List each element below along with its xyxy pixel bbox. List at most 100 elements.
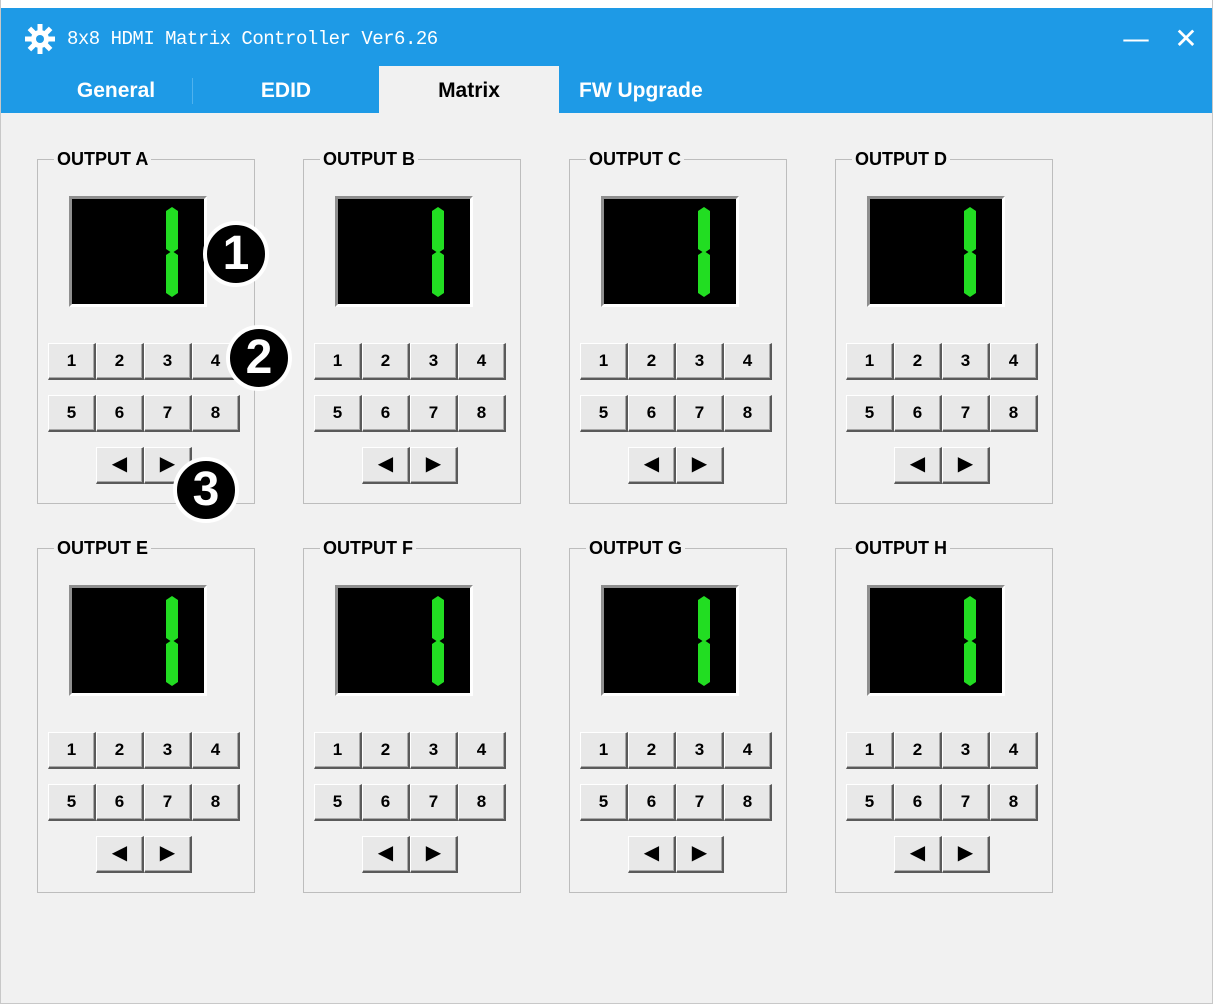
- input-button-6[interactable]: 6: [96, 784, 144, 821]
- input-button-6[interactable]: 6: [362, 784, 410, 821]
- prev-input-button[interactable]: ◀: [628, 836, 676, 873]
- input-button-2[interactable]: 2: [628, 343, 676, 380]
- title-bar[interactable]: 8x8 HDMI Matrix Controller Ver6.26 — ✕: [1, 0, 1212, 66]
- input-button-2[interactable]: 2: [894, 732, 942, 769]
- input-button-3[interactable]: 3: [676, 732, 724, 769]
- prev-input-button[interactable]: ◀: [96, 836, 144, 873]
- next-input-button[interactable]: ▶: [676, 447, 724, 484]
- input-button-5[interactable]: 5: [48, 784, 96, 821]
- input-button-2[interactable]: 2: [362, 343, 410, 380]
- input-button-8[interactable]: 8: [990, 784, 1038, 821]
- tab-bar: General EDID Matrix FW Upgrade: [1, 66, 1212, 113]
- input-button-7[interactable]: 7: [676, 784, 724, 821]
- input-button-6[interactable]: 6: [628, 395, 676, 432]
- input-button-4[interactable]: 4: [458, 732, 506, 769]
- input-button-5[interactable]: 5: [846, 784, 894, 821]
- input-button-3[interactable]: 3: [144, 343, 192, 380]
- prev-input-button[interactable]: ◀: [628, 447, 676, 484]
- output-label: OUTPUT D: [852, 149, 950, 170]
- input-button-1[interactable]: 1: [580, 343, 628, 380]
- output-group: OUTPUT F 1 2 3 4 5 6 7 8 ◀ ▶: [303, 538, 521, 893]
- callout-marker: 3: [173, 457, 239, 523]
- input-button-6[interactable]: 6: [894, 395, 942, 432]
- input-button-2[interactable]: 2: [362, 732, 410, 769]
- input-button-3[interactable]: 3: [410, 732, 458, 769]
- input-button-4[interactable]: 4: [458, 343, 506, 380]
- callout-marker: 2: [226, 325, 292, 391]
- input-button-5[interactable]: 5: [48, 395, 96, 432]
- input-button-4[interactable]: 4: [990, 732, 1038, 769]
- output-group: OUTPUT H 1 2 3 4 5 6 7 8 ◀ ▶: [835, 538, 1053, 893]
- input-button-4[interactable]: 4: [724, 343, 772, 380]
- input-button-6[interactable]: 6: [894, 784, 942, 821]
- input-button-7[interactable]: 7: [410, 784, 458, 821]
- input-button-3[interactable]: 3: [410, 343, 458, 380]
- input-button-3[interactable]: 3: [942, 732, 990, 769]
- next-input-button[interactable]: ▶: [942, 836, 990, 873]
- input-button-5[interactable]: 5: [314, 784, 362, 821]
- tab-fw-upgrade[interactable]: FW Upgrade: [561, 66, 741, 113]
- input-button-5[interactable]: 5: [580, 395, 628, 432]
- prev-input-button[interactable]: ◀: [894, 836, 942, 873]
- callout-marker: 1: [203, 221, 269, 287]
- input-button-7[interactable]: 7: [676, 395, 724, 432]
- input-button-5[interactable]: 5: [314, 395, 362, 432]
- input-button-3[interactable]: 3: [942, 343, 990, 380]
- input-button-8[interactable]: 8: [192, 395, 240, 432]
- input-button-8[interactable]: 8: [724, 395, 772, 432]
- tab-general[interactable]: General: [41, 66, 191, 113]
- input-button-7[interactable]: 7: [144, 784, 192, 821]
- output-label: OUTPUT C: [586, 149, 684, 170]
- next-input-button[interactable]: ▶: [410, 836, 458, 873]
- input-button-4[interactable]: 4: [990, 343, 1038, 380]
- seven-segment-digit: [432, 207, 444, 297]
- input-button-8[interactable]: 8: [458, 784, 506, 821]
- tab-matrix[interactable]: Matrix: [379, 66, 559, 113]
- input-button-8[interactable]: 8: [724, 784, 772, 821]
- input-button-2[interactable]: 2: [628, 732, 676, 769]
- input-button-1[interactable]: 1: [846, 343, 894, 380]
- input-button-5[interactable]: 5: [580, 784, 628, 821]
- prev-input-button[interactable]: ◀: [894, 447, 942, 484]
- input-button-6[interactable]: 6: [96, 395, 144, 432]
- input-button-4[interactable]: 4: [192, 732, 240, 769]
- input-button-8[interactable]: 8: [458, 395, 506, 432]
- close-button[interactable]: ✕: [1166, 22, 1206, 56]
- next-input-button[interactable]: ▶: [144, 836, 192, 873]
- input-button-3[interactable]: 3: [676, 343, 724, 380]
- prev-input-button[interactable]: ◀: [96, 447, 144, 484]
- input-button-1[interactable]: 1: [314, 732, 362, 769]
- input-display: [335, 196, 473, 307]
- output-label: OUTPUT F: [320, 538, 416, 559]
- input-button-2[interactable]: 2: [96, 343, 144, 380]
- input-button-2[interactable]: 2: [894, 343, 942, 380]
- next-input-button[interactable]: ▶: [410, 447, 458, 484]
- input-button-1[interactable]: 1: [48, 732, 96, 769]
- input-button-6[interactable]: 6: [628, 784, 676, 821]
- input-button-7[interactable]: 7: [144, 395, 192, 432]
- input-button-7[interactable]: 7: [942, 395, 990, 432]
- input-button-6[interactable]: 6: [362, 395, 410, 432]
- input-button-7[interactable]: 7: [942, 784, 990, 821]
- input-button-1[interactable]: 1: [314, 343, 362, 380]
- input-button-4[interactable]: 4: [724, 732, 772, 769]
- input-button-3[interactable]: 3: [144, 732, 192, 769]
- input-button-2[interactable]: 2: [96, 732, 144, 769]
- output-label: OUTPUT A: [54, 149, 152, 170]
- next-input-button[interactable]: ▶: [676, 836, 724, 873]
- seven-segment-digit: [166, 207, 178, 297]
- input-button-8[interactable]: 8: [192, 784, 240, 821]
- prev-input-button[interactable]: ◀: [362, 836, 410, 873]
- input-button-1[interactable]: 1: [48, 343, 96, 380]
- next-input-button[interactable]: ▶: [942, 447, 990, 484]
- input-display: [601, 196, 739, 307]
- input-button-1[interactable]: 1: [846, 732, 894, 769]
- seven-segment-digit: [964, 596, 976, 686]
- tab-edid[interactable]: EDID: [193, 66, 379, 113]
- input-button-8[interactable]: 8: [990, 395, 1038, 432]
- input-button-7[interactable]: 7: [410, 395, 458, 432]
- minimize-button[interactable]: —: [1116, 22, 1156, 56]
- input-button-1[interactable]: 1: [580, 732, 628, 769]
- prev-input-button[interactable]: ◀: [362, 447, 410, 484]
- input-button-5[interactable]: 5: [846, 395, 894, 432]
